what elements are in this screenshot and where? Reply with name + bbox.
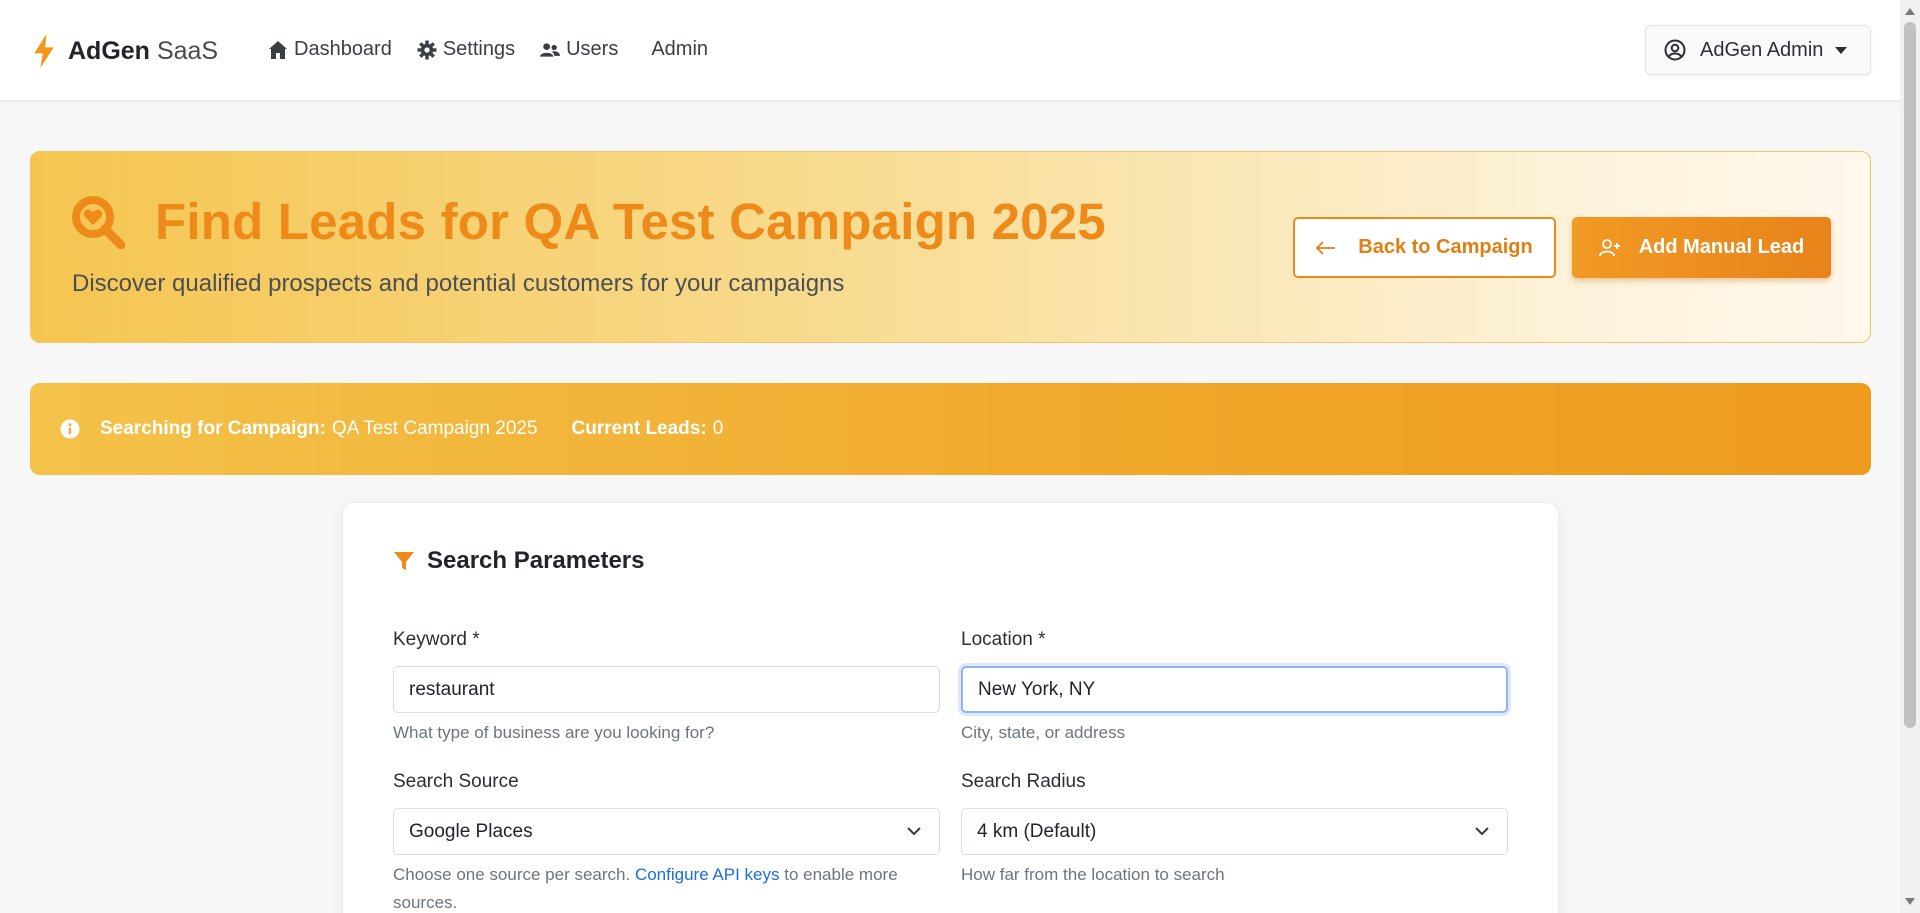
- chevron-down-icon: [1475, 827, 1489, 836]
- nav-admin[interactable]: Admin: [651, 38, 708, 61]
- back-button-label: Back to Campaign: [1358, 236, 1533, 258]
- page-subtitle: Discover qualified prospects and potenti…: [72, 270, 845, 297]
- page-title-row: Find Leads for QA Test Campaign 2025: [71, 192, 1106, 251]
- search-radius-select[interactable]: 4 km (Default): [961, 808, 1508, 855]
- nav-users[interactable]: Users: [540, 38, 618, 61]
- search-source-label: Search Source: [393, 771, 519, 792]
- search-heart-icon: [72, 195, 125, 249]
- brand-logo[interactable]: AdGen SaaS: [30, 34, 218, 68]
- search-radius-value: 4 km (Default): [977, 820, 1097, 842]
- scroll-down-arrow-icon[interactable]: [1905, 898, 1915, 905]
- search-source-value: Google Places: [409, 820, 533, 842]
- bolt-icon: [34, 34, 54, 68]
- keyword-input[interactable]: restaurant: [393, 666, 940, 713]
- campaign-info-banner: Searching for Campaign: QA Test Campaign…: [30, 383, 1871, 475]
- search-source-help: Choose one source per search. Configure …: [393, 861, 940, 913]
- add-lead-button-label: Add Manual Lead: [1638, 236, 1805, 258]
- keyword-label: Keyword *: [393, 629, 480, 650]
- arrow-left-icon: [1316, 240, 1336, 255]
- search-radius-label: Search Radius: [961, 771, 1086, 792]
- nav-admin-label: Admin: [651, 38, 709, 60]
- card-title: Search Parameters: [393, 547, 644, 575]
- user-menu-label: AdGen Admin: [1700, 38, 1824, 61]
- page-header-hero: Find Leads for QA Test Campaign 2025 Dis…: [30, 151, 1871, 343]
- campaign-value: QA Test Campaign 2025: [331, 418, 538, 439]
- back-to-campaign-button[interactable]: Back to Campaign: [1293, 217, 1556, 278]
- page-scrollbar[interactable]: [1900, 0, 1920, 913]
- location-value: New York, NY: [978, 678, 1096, 700]
- users-icon: [540, 42, 561, 57]
- scroll-thumb[interactable]: [1904, 22, 1916, 728]
- info-circle-icon: [60, 419, 80, 439]
- add-manual-lead-button[interactable]: Add Manual Lead: [1572, 217, 1831, 278]
- card-title-label: Search Parameters: [427, 547, 645, 574]
- nav-settings[interactable]: Settings: [417, 38, 515, 61]
- brand-suffix: SaaS: [156, 36, 219, 65]
- nav-users-label: Users: [566, 38, 619, 60]
- keyword-help: What type of business are you looking fo…: [393, 723, 715, 742]
- user-plus-icon: [1598, 238, 1620, 256]
- location-help: City, state, or address: [961, 723, 1126, 742]
- gear-icon: [417, 40, 437, 59]
- search-radius-help: How far from the location to search: [961, 865, 1225, 884]
- search-source-help-text: Choose one source per search.: [393, 865, 631, 884]
- leads-label: Current Leads:: [571, 418, 707, 439]
- caret-down-icon: [1835, 46, 1848, 54]
- nav-settings-label: Settings: [442, 38, 516, 60]
- location-label: Location *: [961, 629, 1046, 650]
- filter-icon: [394, 552, 414, 570]
- chevron-down-icon: [907, 827, 921, 836]
- page-title: Find Leads for QA Test Campaign 2025: [155, 193, 1106, 250]
- leads-count: 0: [712, 418, 724, 439]
- search-parameters-card: Search Parameters Keyword * restaurant W…: [342, 502, 1559, 913]
- brand-name: AdGen: [68, 36, 150, 65]
- user-circle-icon: [1664, 39, 1686, 61]
- nav-links: Dashboard Settings Users Admin: [268, 38, 733, 61]
- top-navbar: AdGen SaaS Dashboard Settings Users Admi…: [0, 0, 1900, 101]
- scroll-up-arrow-icon[interactable]: [1905, 8, 1915, 15]
- home-icon: [269, 40, 287, 59]
- location-input[interactable]: New York, NY: [961, 666, 1508, 713]
- search-source-select[interactable]: Google Places: [393, 808, 940, 855]
- configure-api-keys-link[interactable]: Configure API keys: [635, 865, 780, 884]
- keyword-value: restaurant: [409, 678, 495, 700]
- campaign-label: Searching for Campaign:: [100, 418, 326, 439]
- user-menu-dropdown[interactable]: AdGen Admin: [1645, 25, 1871, 75]
- nav-dashboard[interactable]: Dashboard: [268, 38, 392, 61]
- nav-dashboard-label: Dashboard: [294, 38, 392, 60]
